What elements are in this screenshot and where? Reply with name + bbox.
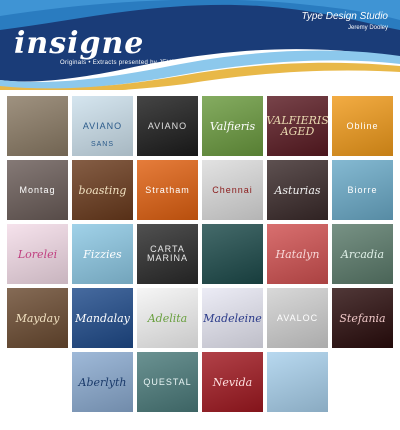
font-name: Obline	[346, 120, 379, 131]
font-grid: AVIANO SANS AVIANO Valfieris VALFIERIS AGED O…	[7, 96, 393, 426]
font-tile[interactable]: Arcadia	[332, 224, 393, 284]
font-tile[interactable]: Obline	[332, 96, 393, 156]
font-tile[interactable]: Montag	[7, 160, 68, 220]
font-name: AVALOC	[276, 312, 319, 323]
font-name: Montag	[19, 184, 56, 195]
studio-name: Type Design Studio	[301, 11, 388, 22]
author-name: Jeremy Dooley	[347, 25, 388, 31]
tile-texture	[202, 224, 263, 284]
font-name: Asturias	[274, 183, 321, 197]
font-tile[interactable]: VALFIERIS AGED	[267, 96, 328, 156]
font-tile[interactable]: CARTA MARINA	[137, 224, 198, 284]
font-tile[interactable]	[267, 352, 328, 412]
font-tile[interactable]: Fizzies	[72, 224, 133, 284]
font-name: boasting	[78, 183, 127, 197]
font-tile[interactable]: Asturias	[267, 160, 328, 220]
font-name: AVIANO	[147, 120, 188, 131]
font-name: VALFIERIS AGED	[267, 114, 328, 138]
font-name: CARTA MARINA	[146, 244, 188, 263]
font-name: AVIANO	[82, 120, 123, 131]
font-name: Fizzies	[83, 247, 122, 261]
logo[interactable]: insigne	[14, 26, 144, 61]
font-name: Stratham	[145, 184, 190, 195]
header-banner: Type Design Studio Jeremy Dooley insigne…	[0, 0, 400, 93]
font-tile[interactable]: Adelita	[137, 288, 198, 348]
tile-texture	[267, 352, 328, 412]
font-name: Arcadia	[340, 247, 385, 261]
font-name: Adelita	[147, 311, 188, 325]
font-subname: SANS	[90, 141, 115, 148]
tagline: Originals • Extracts presented by JEVS	[60, 60, 176, 66]
font-tile[interactable]: Chennai	[202, 160, 263, 220]
font-name: Biorre	[347, 184, 378, 195]
font-tile[interactable]: AVIANO	[137, 96, 198, 156]
font-tile[interactable]: QUESTAL	[137, 352, 198, 412]
font-name: Stefania	[339, 311, 386, 325]
font-tile[interactable]: Mandalay	[72, 288, 133, 348]
font-tile[interactable]: boasting	[72, 160, 133, 220]
font-tile[interactable]: Mayday	[7, 288, 68, 348]
font-tile[interactable]	[7, 96, 68, 156]
font-tile[interactable]: Lorelei	[7, 224, 68, 284]
font-name: QUESTAL	[143, 376, 192, 387]
font-name: Aberlyth	[78, 375, 127, 389]
font-tile[interactable]: AVALOC	[267, 288, 328, 348]
font-tile[interactable]: Madeleine	[202, 288, 263, 348]
font-tile[interactable]: Nevida	[202, 352, 263, 412]
font-name: Mandalay	[75, 311, 130, 325]
font-name: Valfieris	[209, 119, 256, 133]
font-tile[interactable]: AVIANO SANS	[72, 96, 133, 156]
tile-texture	[7, 96, 68, 156]
font-tile[interactable]: Valfieris	[202, 96, 263, 156]
font-name: Mayday	[15, 311, 60, 325]
font-tile[interactable]: Stratham	[137, 160, 198, 220]
font-tile[interactable]: Aberlyth	[72, 352, 133, 412]
font-name: Madeleine	[203, 311, 262, 325]
font-name: Lorelei	[17, 247, 58, 261]
font-name: Nevida	[212, 375, 253, 389]
font-tile[interactable]	[202, 224, 263, 284]
font-name: Hatalyn	[275, 247, 320, 261]
font-tile[interactable]: Biorre	[332, 160, 393, 220]
font-name: Chennai	[212, 184, 253, 195]
font-tile[interactable]: Hatalyn	[267, 224, 328, 284]
font-tile[interactable]: Stefania	[332, 288, 393, 348]
